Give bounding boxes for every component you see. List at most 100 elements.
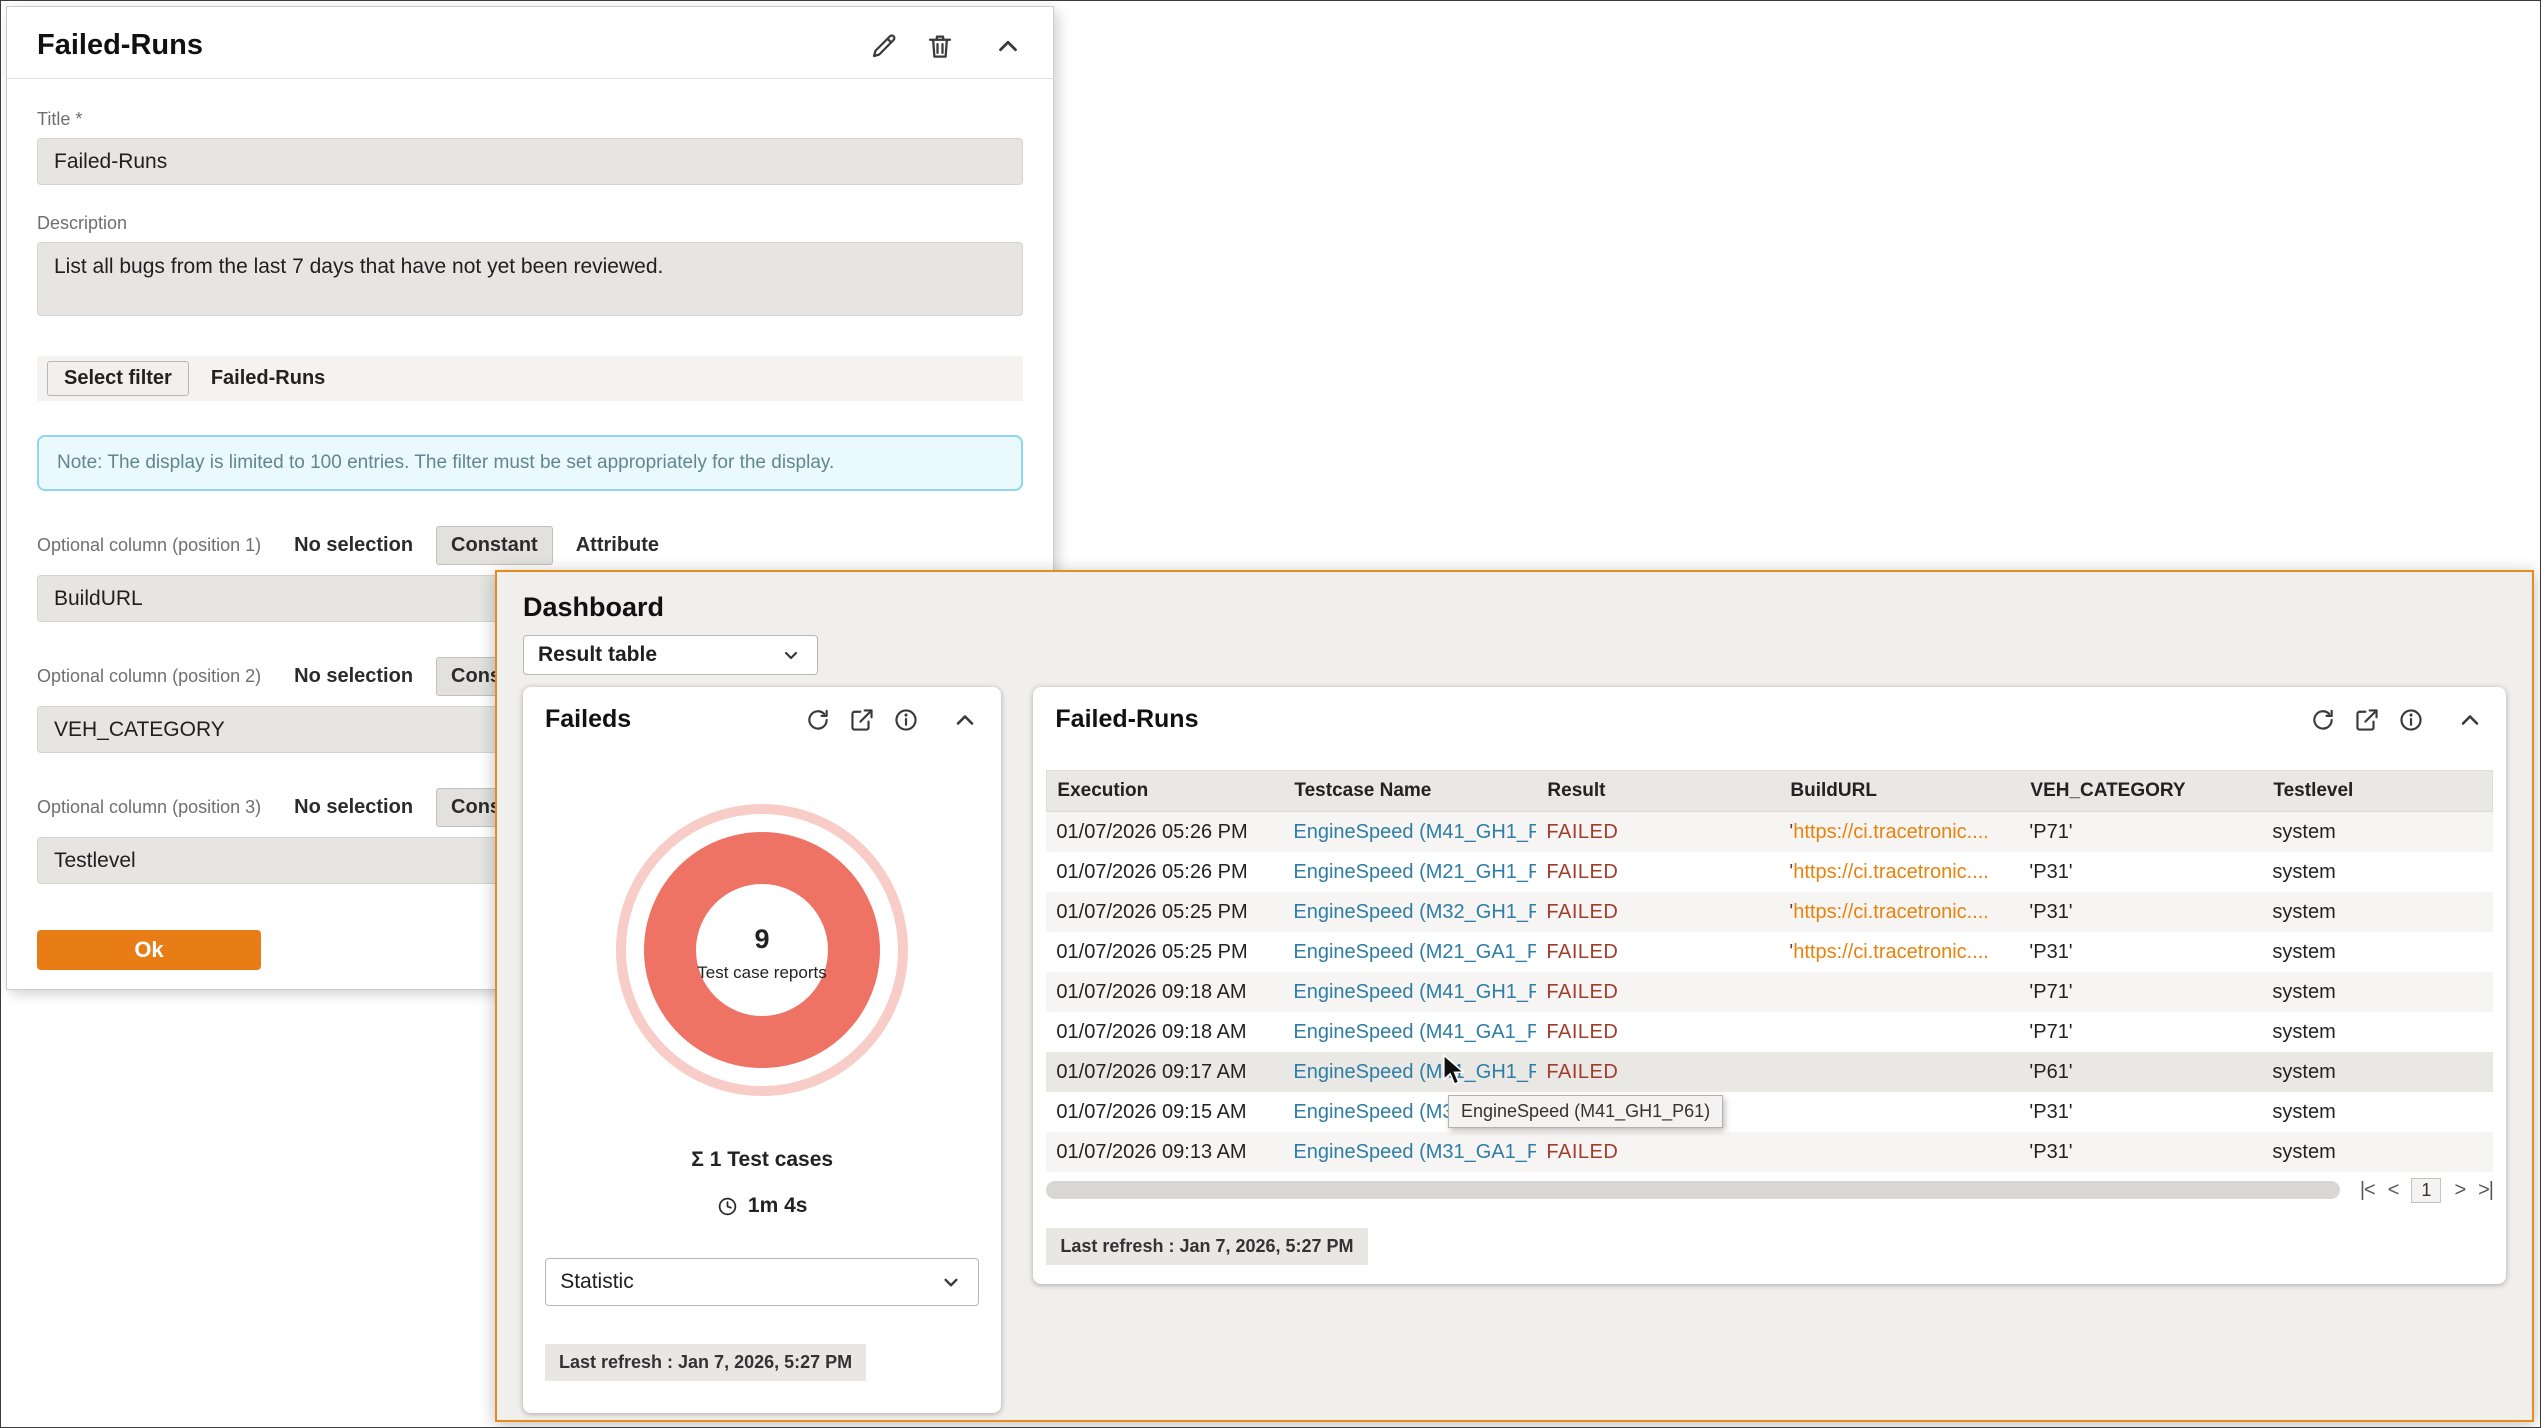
testcase-link[interactable]: EngineSpeed (M41_GA1_P71) — [1293, 1021, 1536, 1044]
testcase-link[interactable]: EngineSpeed (M21_GH1_P31) — [1293, 861, 1536, 884]
table-row[interactable]: 01/07/2026 09:17 AMEngineSpeed (M41_GH1_… — [1046, 1052, 2493, 1092]
veh-category-cell: 'P31' — [2019, 1101, 2262, 1124]
edit-icon[interactable] — [869, 31, 899, 61]
info-icon[interactable] — [2398, 707, 2424, 733]
results-table-header: ExecutionTestcase NameResultBuildURLVEH_… — [1046, 770, 2493, 812]
ok-button[interactable]: Ok — [37, 930, 261, 970]
faileds-card-header: Faileds — [523, 687, 1001, 744]
table-row[interactable]: 01/07/2026 09:18 AMEngineSpeed (M41_GA1_… — [1046, 1012, 2493, 1052]
dashboard-panel: Dashboard Result table Faileds — [495, 570, 2534, 1422]
failed-runs-card: Failed-Runs — [1033, 687, 2506, 1284]
testcase-link[interactable]: EngineSpeed (M32_GH1_P31) — [1293, 901, 1536, 924]
open-in-new-icon[interactable] — [2354, 707, 2380, 733]
testlevel-cell: system — [2262, 1061, 2493, 1084]
testlevel-cell: system — [2262, 1021, 2493, 1044]
buildurl-link[interactable]: https://ci.tracetronic.... — [1793, 821, 1989, 844]
table-row[interactable]: 01/07/2026 05:26 PMEngineSpeed (M41_GH1_… — [1046, 812, 2493, 852]
chevron-down-icon — [779, 643, 803, 667]
testcase-cell: EngineSpeed (M41_GH1_P71) — [1283, 981, 1536, 1004]
table-row[interactable]: 01/07/2026 09:13 AM EngineSpeed (M31_GA1_… — [1046, 1132, 2493, 1172]
last-page-button[interactable]: >| — [2478, 1179, 2493, 1202]
testlevel-cell: system — [2262, 941, 2493, 964]
refresh-icon[interactable] — [2310, 707, 2336, 733]
prev-page-button[interactable]: < — [2388, 1179, 2399, 1202]
option-no-selection[interactable]: No selection — [279, 526, 428, 565]
collapse-icon[interactable] — [2456, 706, 2484, 734]
veh-category-cell: 'P71' — [2019, 821, 2262, 844]
open-in-new-icon[interactable] — [849, 707, 875, 733]
buildurl-cell: 'https://ci.tracetronic.... — [1779, 941, 2019, 964]
table-row[interactable]: 01/07/2026 05:25 PM EngineSpeed (M32_GH1_… — [1046, 892, 2493, 932]
selected-filter-name: Failed-Runs — [211, 367, 325, 390]
table-row[interactable]: 01/07/2026 05:25 PM EngineSpeed (M21_GA1_… — [1046, 932, 2493, 972]
title-label: Title * — [37, 109, 1023, 130]
testcase-link[interactable]: EngineSpeed (M31_GA1_P31) — [1293, 1141, 1536, 1164]
info-icon[interactable] — [893, 707, 919, 733]
dashboard-cards: Faileds — [523, 687, 2506, 1413]
result-cell: FAILED — [1536, 821, 1779, 844]
column-header: Execution — [1047, 780, 1284, 802]
testcase-cell: EngineSpeed (M32_GH1_P31) — [1283, 901, 1536, 924]
table-row[interactable]: 01/07/2026 05:26 PMEngineSpeed (M21_GH1_… — [1046, 852, 2493, 892]
failed-runs-card-header: Failed-Runs — [1033, 687, 2506, 744]
select-filter-button[interactable]: Select filter — [47, 361, 189, 396]
testlevel-cell: system — [2262, 821, 2493, 844]
duration-summary: 1m 4s — [523, 1194, 1001, 1218]
column-header: Testlevel — [2263, 780, 2492, 802]
table-row[interactable]: 01/07/2026 09:18 AMEngineSpeed (M41_GH1_… — [1046, 972, 2493, 1012]
result-cell: FAILED — [1536, 981, 1779, 1004]
collapse-icon[interactable] — [951, 706, 979, 734]
veh-category-cell: 'P71' — [2019, 981, 2262, 1004]
config-panel-header: Failed-Runs — [7, 7, 1053, 79]
table-row[interactable]: 01/07/2026 09:15 AMEngineSpeed (M31_GH1_… — [1046, 1092, 2493, 1132]
option-constant[interactable]: Constant — [436, 526, 553, 565]
veh-category-cell: 'P61' — [2019, 1061, 2262, 1084]
next-page-button[interactable]: > — [2454, 1179, 2465, 1202]
execution-cell: 01/07/2026 05:25 PM — [1046, 901, 1283, 924]
current-page: 1 — [2411, 1178, 2441, 1203]
testcase-link[interactable]: EngineSpeed (M41_GH1_P71) — [1293, 981, 1536, 1004]
testcase-link[interactable]: EngineSpeed (M41_GH1_P71) — [1293, 821, 1536, 844]
donut-center-value: 9 — [755, 924, 770, 954]
option-no-selection[interactable]: No selection — [279, 657, 428, 696]
testcase-cell: EngineSpeed (M21_GA1_P31) — [1283, 941, 1536, 964]
buildurl-cell: 'https://ci.tracetronic.... — [1779, 861, 2019, 884]
filter-bar: Select filter Failed-Runs — [37, 356, 1023, 401]
panel-title: Failed-Runs — [37, 29, 203, 62]
execution-cell: 01/07/2026 09:13 AM — [1046, 1141, 1283, 1164]
testlevel-cell: system — [2262, 861, 2493, 884]
buildurl-cell: 'https://ci.tracetronic.... — [1779, 901, 2019, 924]
option-attribute[interactable]: Attribute — [561, 526, 674, 565]
testcase-cell: EngineSpeed (M21_GH1_P31) — [1283, 861, 1536, 884]
column-header: BuildURL — [1780, 780, 2020, 802]
collapse-icon[interactable] — [993, 31, 1023, 61]
optional-column-1-options: No selection Constant Attribute — [279, 526, 674, 565]
title-input[interactable] — [37, 138, 1023, 185]
buildurl-link[interactable]: https://ci.tracetronic.... — [1793, 901, 1989, 924]
optional-column-3-label: Optional column (position 3) — [37, 797, 261, 818]
faileds-card-toolbar — [805, 706, 979, 734]
optional-column-1-row: Optional column (position 1) No selectio… — [37, 525, 1023, 565]
result-cell: FAILED — [1536, 1021, 1779, 1044]
testcase-cell: EngineSpeed (M41_GA1_P71) — [1283, 1021, 1536, 1044]
view-select[interactable]: Result table — [523, 635, 818, 675]
execution-cell: 01/07/2026 09:15 AM — [1046, 1101, 1283, 1124]
buildurl-link[interactable]: https://ci.tracetronic.... — [1793, 861, 1989, 884]
testlevel-cell: system — [2262, 1101, 2493, 1124]
buildurl-cell: 'https://ci.tracetronic.... — [1779, 821, 2019, 844]
delete-icon[interactable] — [925, 31, 955, 61]
duration-value: 1m 4s — [748, 1194, 808, 1218]
column-header: Testcase Name — [1284, 780, 1537, 802]
limit-note: Note: The display is limited to 100 entr… — [37, 435, 1023, 491]
execution-cell: 01/07/2026 05:25 PM — [1046, 941, 1283, 964]
refresh-icon[interactable] — [805, 707, 831, 733]
horizontal-scrollbar[interactable] — [1046, 1181, 2339, 1199]
buildurl-link[interactable]: https://ci.tracetronic.... — [1793, 941, 1989, 964]
statistic-select[interactable]: Statistic — [545, 1258, 979, 1306]
description-input[interactable]: List all bugs from the last 7 days that … — [37, 242, 1023, 316]
first-page-button[interactable]: |< — [2360, 1179, 2375, 1202]
option-no-selection[interactable]: No selection — [279, 788, 428, 827]
testcase-link[interactable]: EngineSpeed (M41_GH1_P61) — [1293, 1061, 1536, 1084]
testcase-link[interactable]: EngineSpeed (M21_GA1_P31) — [1293, 941, 1536, 964]
column-header: VEH_CATEGORY — [2020, 780, 2263, 802]
